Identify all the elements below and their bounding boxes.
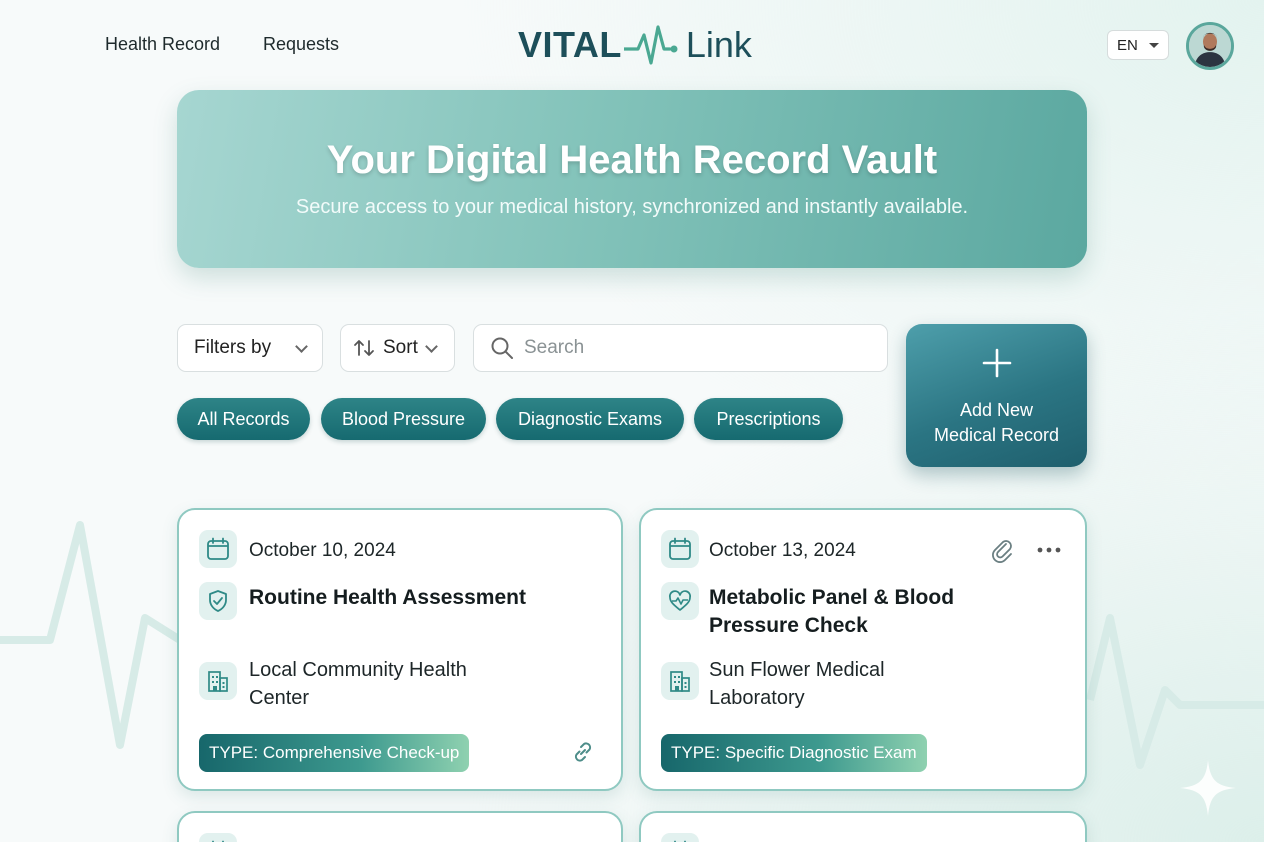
record-card[interactable]: October 13, 2024 Metabolic Panel & Blood… (639, 508, 1087, 791)
hero-banner: Your Digital Health Record Vault Secure … (177, 90, 1087, 268)
logo-text-link: Link (685, 24, 752, 65)
caret-down-icon (1149, 43, 1159, 48)
add-new-medical-record-button[interactable]: Add New Medical Record (906, 324, 1087, 467)
facility-line2: Center (249, 687, 310, 709)
avatar-image (1189, 25, 1231, 67)
shield-check-icon (199, 582, 237, 620)
record-facility: Local Community Health Center (249, 656, 549, 712)
calendar-icon (199, 833, 237, 842)
calendar-icon (661, 530, 699, 568)
sparkle-icon (1180, 760, 1236, 816)
hero-subtitle: Secure access to your medical history, s… (295, 196, 969, 218)
hero-title: Your Digital Health Record Vault (326, 138, 938, 182)
record-facility: Sun Flower Medical Laboratory (709, 656, 1009, 712)
language-value: EN (1117, 36, 1138, 54)
record-card-partial[interactable] (177, 811, 623, 842)
record-date: October 10, 2024 (249, 540, 396, 561)
record-title-line1: Metabolic Panel & Blood (709, 586, 955, 609)
search-input[interactable] (524, 337, 864, 359)
chevron-down-icon (295, 340, 308, 353)
sort-arrows-icon (354, 340, 374, 356)
logo-text-vital: VITAL (518, 24, 622, 65)
filters-dropdown[interactable]: Filters by (177, 324, 323, 372)
chip-prescriptions[interactable]: Prescriptions (694, 398, 843, 440)
sort-dropdown[interactable]: Sort (340, 324, 455, 372)
record-type-badge: TYPE: Specific Diagnostic Exam (661, 734, 927, 772)
chip-diagnostic-exams[interactable]: Diagnostic Exams (496, 398, 684, 440)
language-selector[interactable]: EN (1107, 30, 1169, 60)
nav-link-requests[interactable]: Requests (263, 34, 339, 55)
more-icon[interactable] (1035, 536, 1063, 564)
user-avatar[interactable] (1186, 22, 1234, 70)
hospital-building-icon (661, 662, 699, 700)
calendar-icon (661, 833, 699, 842)
facility-line1: Sun Flower Medical (709, 659, 885, 681)
vitallink-logo[interactable]: VITAL Link (518, 20, 752, 70)
sort-label: Sort (383, 337, 418, 358)
chevron-down-icon (425, 340, 438, 353)
plus-icon (982, 348, 1012, 378)
record-type-badge: TYPE: Comprehensive Check-up (199, 734, 470, 772)
add-button-line1: Add New (959, 400, 1034, 420)
add-button-line2: Medical Record (933, 425, 1060, 445)
filters-label: Filters by (194, 337, 272, 358)
hospital-building-icon (199, 662, 237, 700)
calendar-icon (199, 530, 237, 568)
record-card[interactable]: October 10, 2024 Routine Health Assessme… (177, 508, 623, 791)
chip-blood-pressure[interactable]: Blood Pressure (321, 398, 486, 440)
search-box[interactable] (473, 324, 888, 372)
facility-line2: Laboratory (709, 687, 805, 709)
facility-line1: Local Community Health (249, 659, 467, 681)
top-navigation: Health Record Requests VITAL Link EN (0, 0, 1264, 90)
heart-pulse-icon (661, 582, 699, 620)
record-title: Metabolic Panel & Blood Pressure Check (709, 584, 1039, 640)
record-date: October 13, 2024 (709, 540, 856, 561)
nav-link-health-record[interactable]: Health Record (105, 34, 220, 55)
add-button-label: Add New Medical Record (906, 398, 1087, 448)
record-card-partial[interactable] (639, 811, 1087, 842)
heartbeat-icon (623, 25, 678, 65)
paperclip-icon[interactable] (988, 536, 1016, 564)
record-title: Routine Health Assessment (249, 586, 526, 609)
link-icon[interactable] (569, 738, 597, 766)
search-icon (491, 337, 513, 359)
chip-all-records[interactable]: All Records (177, 398, 310, 440)
record-title-line2: Pressure Check (709, 614, 868, 637)
